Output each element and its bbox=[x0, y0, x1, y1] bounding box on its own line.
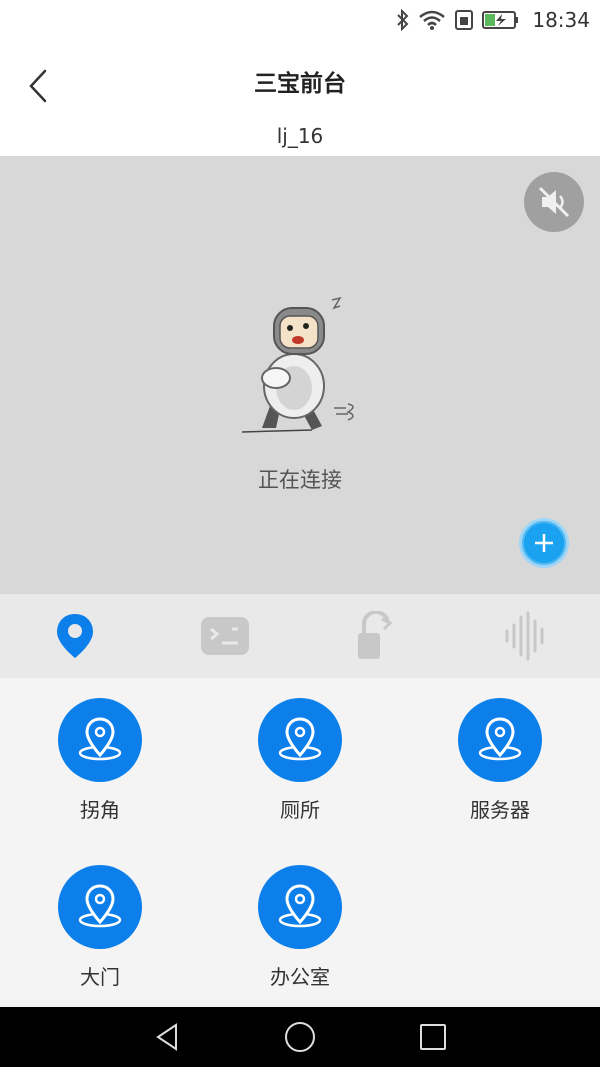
unlock-icon bbox=[358, 611, 393, 659]
location-label: 服务器 bbox=[470, 798, 530, 822]
function-tab-bar bbox=[0, 594, 600, 678]
connection-status-text: 正在连接 bbox=[258, 468, 342, 492]
page-title: 三宝前台 bbox=[254, 71, 346, 97]
status-icons: 18:34 bbox=[396, 7, 590, 33]
bluetooth-icon bbox=[396, 9, 410, 31]
tab-unlock[interactable] bbox=[300, 594, 450, 678]
sim-icon bbox=[454, 9, 474, 31]
location-pin-icon bbox=[57, 614, 93, 658]
square-recents-icon bbox=[420, 1024, 446, 1050]
speaker-muted-icon bbox=[538, 186, 570, 218]
circle-home-icon bbox=[285, 1022, 315, 1052]
location-label: 大门 bbox=[80, 965, 120, 989]
status-time: 18:34 bbox=[532, 8, 590, 32]
location-item-gate[interactable]: 大门 bbox=[0, 845, 200, 995]
location-marker-icon bbox=[58, 865, 142, 949]
tab-robot-face[interactable] bbox=[150, 594, 300, 678]
wifi-icon bbox=[418, 9, 446, 31]
location-item-restroom[interactable]: 厕所 bbox=[200, 678, 400, 828]
location-label: 拐角 bbox=[80, 798, 120, 822]
status-bar: 18:34 bbox=[0, 0, 600, 40]
location-label: 办公室 bbox=[270, 965, 330, 989]
battery-charging-icon bbox=[482, 10, 520, 30]
plus-icon bbox=[535, 534, 553, 552]
robot-name: lj_16 bbox=[276, 124, 324, 148]
nav-back-button[interactable] bbox=[137, 1017, 197, 1057]
sound-wave-icon bbox=[505, 611, 544, 661]
location-marker-icon bbox=[458, 698, 542, 782]
location-marker-icon bbox=[258, 698, 342, 782]
mute-button[interactable] bbox=[524, 172, 584, 232]
tab-location[interactable] bbox=[0, 594, 150, 678]
location-item-office[interactable]: 办公室 bbox=[200, 845, 400, 995]
location-grid: 拐角 厕所 服务器 大门 办公室 bbox=[0, 678, 600, 1007]
robot-face-icon bbox=[201, 617, 249, 655]
location-label: 厕所 bbox=[280, 798, 320, 822]
robot-running-illustration bbox=[236, 294, 366, 444]
add-button[interactable] bbox=[519, 518, 569, 568]
header: 三宝前台 lj_16 bbox=[0, 40, 600, 156]
nav-recents-button[interactable] bbox=[403, 1017, 463, 1057]
triangle-back-icon bbox=[156, 1023, 177, 1051]
location-item-server[interactable]: 服务器 bbox=[400, 678, 600, 828]
system-nav-bar bbox=[0, 1007, 600, 1067]
location-marker-icon bbox=[258, 865, 342, 949]
video-area: 正在连接 bbox=[0, 156, 600, 594]
tab-voice[interactable] bbox=[450, 594, 600, 678]
nav-home-button[interactable] bbox=[270, 1017, 330, 1057]
location-marker-icon bbox=[58, 698, 142, 782]
location-item-corner[interactable]: 拐角 bbox=[0, 678, 200, 828]
